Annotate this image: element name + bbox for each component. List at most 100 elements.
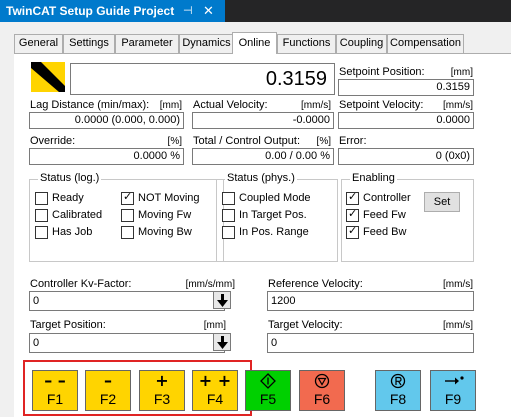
override-unit: [%] (167, 136, 182, 147)
in-pos-range-checkbox-label: In Pos. Range (239, 226, 309, 238)
f9-move-to-target-button[interactable]: F9 (430, 370, 476, 411)
tab-dynamics[interactable]: Dynamics (179, 34, 234, 53)
has-job-checkbox-label: Has Job (52, 226, 93, 238)
f6-stop-button[interactable]: F6 (299, 370, 345, 411)
feed-bw-checkbox-label: Feed Bw (363, 226, 407, 238)
minus-icon: – (104, 371, 112, 390)
online-tab-content: 0.3159 Setpoint Position: [mm] 0.3159 La… (14, 54, 511, 417)
moving-fw-checkbox-box[interactable] (121, 209, 134, 222)
target-position-input[interactable]: 0 (29, 333, 225, 353)
f5-key-label: F5 (259, 391, 277, 407)
tab-functions[interactable]: Functions (277, 34, 336, 53)
target-position-label: Target Position: (30, 319, 106, 331)
down-arrow-icon (217, 294, 228, 307)
reset-r-icon (390, 373, 406, 389)
controller-kv-download-button[interactable] (213, 291, 231, 309)
document-tab[interactable]: TwinCAT Setup Guide Project ⊣ ✕ (0, 0, 225, 22)
has-job-checkbox-box[interactable] (35, 226, 48, 239)
reference-velocity-unit: [mm/s] (443, 279, 473, 290)
document-title: TwinCAT Setup Guide Project (6, 4, 175, 18)
controller-kv-label: Controller Kv-Factor: (30, 278, 132, 290)
total-output-label: Total / Control Output: (193, 135, 300, 147)
reference-velocity-label: Reference Velocity: (268, 278, 363, 290)
f4-key-label: F4 (206, 391, 224, 407)
calibrated-checkbox-box[interactable] (35, 209, 48, 222)
down-arrow-icon (217, 336, 228, 349)
tab-online[interactable]: Online (232, 32, 277, 54)
tab-settings[interactable]: Settings (63, 34, 115, 53)
coupled-mode-checkbox-box[interactable] (222, 192, 235, 205)
error-field: 0 (0x0) (338, 148, 474, 165)
error-label: Error: (339, 135, 367, 147)
actual-velocity-field: -0.0000 (192, 112, 334, 129)
setpoint-velocity-label: Setpoint Velocity: (339, 99, 424, 111)
not-moving-checkbox-box[interactable] (121, 190, 134, 205)
controller-kv-input[interactable]: 0 (29, 291, 225, 311)
f5-start-button[interactable]: F5 (245, 370, 291, 411)
target-position-unit: [mm] (203, 320, 226, 331)
in-target-pos-checkbox-box[interactable] (222, 209, 235, 222)
target-velocity-label: Target Velocity: (268, 319, 343, 331)
tab-parameter[interactable]: Parameter (115, 34, 179, 53)
f6-key-label: F6 (313, 391, 331, 407)
axis-online-panel: General Settings Parameter Dynamics Onli… (0, 22, 511, 417)
coupled-mode-checkbox-label: Coupled Mode (239, 192, 311, 204)
f2-backward-button[interactable]: – F2 (85, 370, 131, 411)
set-button[interactable]: Set (424, 192, 460, 212)
double-plus-icon: + + (198, 371, 232, 390)
close-icon[interactable]: ✕ (203, 0, 214, 22)
status-log-title: Status (log.) (38, 172, 102, 184)
f2-key-label: F2 (99, 391, 117, 407)
lag-distance-field: 0.0000 (0.000, 0.000) (29, 112, 184, 129)
target-velocity-input[interactable]: 0 (267, 333, 474, 353)
f1-key-label: F1 (46, 391, 64, 407)
enabling-group: Enabling Controller Feed Fw Feed Bw Set (341, 172, 474, 262)
pin-icon[interactable]: ⊣ (183, 0, 193, 22)
f4-fast-forward-button[interactable]: + + F4 (192, 370, 238, 411)
status-log-group: Status (log.) Ready Calibrated Has Job N… (29, 172, 224, 262)
reference-velocity-input[interactable]: 1200 (267, 291, 474, 311)
feed-fw-checkbox-box[interactable] (346, 207, 359, 222)
calibrated-checkbox-label: Calibrated (52, 209, 103, 221)
tab-coupling[interactable]: Coupling (336, 34, 387, 53)
target-position-download-button[interactable] (213, 333, 231, 351)
controller-checkbox-label: Controller (363, 192, 411, 204)
moving-bw-checkbox-label: Moving Bw (138, 226, 192, 238)
title-bar: TwinCAT Setup Guide Project ⊣ ✕ (0, 0, 511, 22)
plus-icon: + (155, 371, 169, 390)
diamond-start-icon (260, 373, 276, 389)
tab-general[interactable]: General (14, 34, 63, 53)
enabling-title: Enabling (350, 172, 397, 184)
override-label: Override: (30, 135, 76, 147)
not-moving-checkbox-label: NOT Moving (138, 192, 200, 204)
target-velocity-unit: [mm/s] (443, 320, 473, 331)
status-phys-group: Status (phys.) Coupled Mode In Target Po… (216, 172, 338, 262)
controller-kv-unit: [mm/s/mm] (185, 279, 235, 290)
f8-reset-button[interactable]: F8 (375, 370, 421, 411)
tab-compensation[interactable]: Compensation (387, 34, 464, 53)
actual-velocity-label: Actual Velocity: (193, 99, 268, 111)
f9-key-label: F9 (444, 391, 462, 407)
in-pos-range-checkbox-box[interactable] (222, 226, 235, 239)
f8-key-label: F8 (389, 391, 407, 407)
moving-bw-checkbox-box[interactable] (121, 226, 134, 239)
lag-distance-label: Lag Distance (min/max): (30, 99, 150, 111)
axis-status-stripe-icon (31, 62, 65, 92)
status-phys-title: Status (phys.) (225, 172, 297, 184)
controller-checkbox-box[interactable] (346, 190, 359, 205)
total-output-unit: [%] (316, 136, 331, 147)
in-target-pos-checkbox-label: In Target Pos. (239, 209, 307, 221)
setpoint-position-field: 0.3159 (338, 79, 474, 96)
feed-fw-checkbox-label: Feed Fw (363, 209, 406, 221)
actual-velocity-unit: [mm/s] (301, 100, 331, 111)
f3-forward-button[interactable]: + F3 (139, 370, 185, 411)
total-output-field: 0.00 / 0.00 % (192, 148, 334, 165)
ready-checkbox-box[interactable] (35, 192, 48, 205)
override-field: 0.0000 % (29, 148, 184, 165)
moving-fw-checkbox-label: Moving Fw (138, 209, 192, 221)
actual-position-display: 0.3159 (70, 63, 335, 95)
setpoint-velocity-field: 0.0000 (338, 112, 474, 129)
f1-fast-backward-button[interactable]: – – F1 (32, 370, 78, 411)
feed-bw-checkbox-box[interactable] (346, 224, 359, 239)
setpoint-position-label: Setpoint Position: (339, 66, 425, 78)
